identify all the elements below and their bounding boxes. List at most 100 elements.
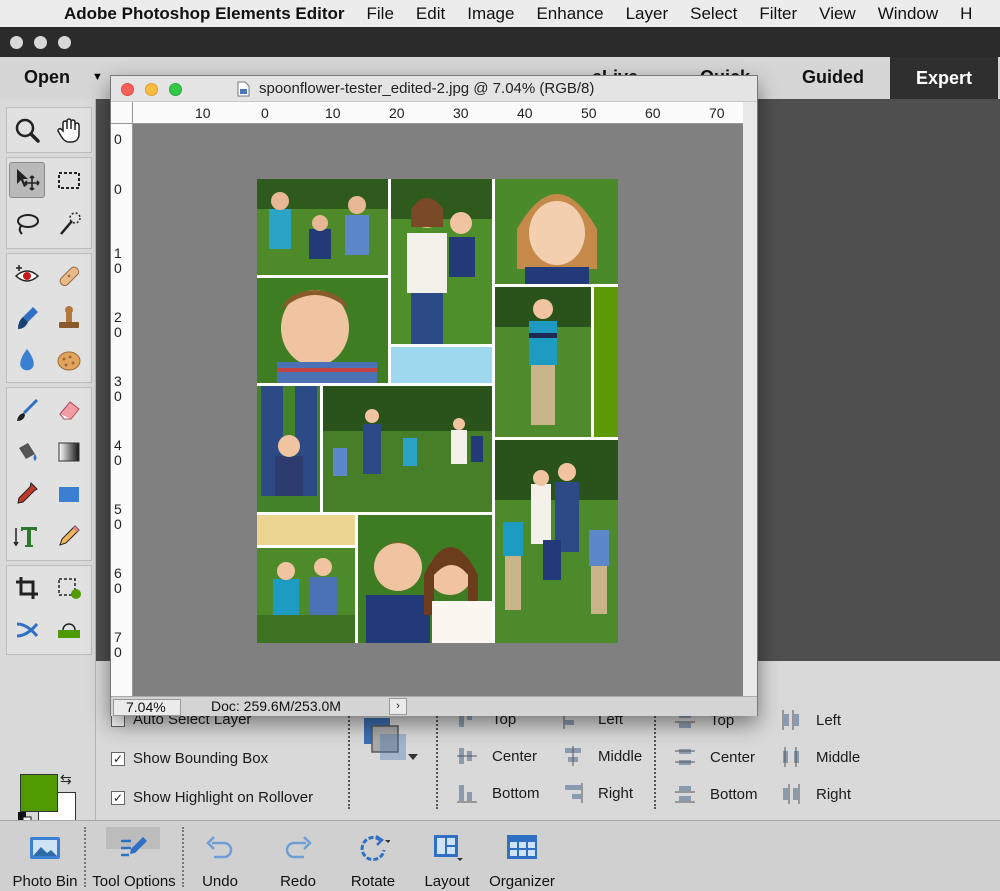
undo-button[interactable]: Undo	[190, 821, 250, 891]
collage-photo-couple	[358, 515, 492, 643]
app-name-menu[interactable]: Adobe Photoshop Elements Editor	[64, 4, 345, 24]
move-tool-icon[interactable]	[9, 162, 45, 198]
tool-options-button[interactable]: Tool Options	[88, 821, 180, 891]
shape-tool-icon[interactable]	[51, 476, 87, 512]
menu-help[interactable]: H	[960, 4, 972, 24]
distribute-left-button[interactable]: Left	[780, 709, 841, 731]
ruler-tick: 70	[709, 105, 725, 121]
menu-layer[interactable]: Layer	[626, 4, 669, 24]
app-minimize-button[interactable]	[34, 36, 47, 49]
ruler-tick: 20	[389, 105, 405, 121]
doc-minimize-button[interactable]	[145, 83, 158, 96]
status-menu-arrow-icon[interactable]: ›	[389, 698, 407, 715]
mac-menubar: Adobe Photoshop Elements Editor File Edi…	[0, 0, 1000, 27]
red-eye-tool-icon[interactable]	[9, 258, 45, 294]
ruler-tick: 4 0	[114, 437, 122, 468]
smart-brush-tool-icon[interactable]	[9, 300, 45, 336]
show-highlight-checkbox[interactable]: ✓	[111, 790, 125, 805]
rotate-button[interactable]: Rotate	[342, 821, 404, 891]
doc-close-button[interactable]	[121, 83, 134, 96]
show-bounding-box-option[interactable]: ✓ Show Bounding Box	[111, 750, 268, 767]
lasso-tool-icon[interactable]	[9, 206, 45, 242]
photo-bin-label: Photo Bin	[12, 873, 78, 890]
app-close-button[interactable]	[10, 36, 23, 49]
distribute-bottom-button[interactable]: Bottom	[674, 783, 758, 805]
organizer-button[interactable]: Organizer	[484, 821, 560, 891]
ruler-tick: 0	[114, 131, 122, 147]
align-center-button[interactable]: Center	[456, 745, 537, 767]
photo-bin-button[interactable]: Photo Bin	[8, 821, 82, 891]
vertical-scrollbar[interactable]	[743, 102, 757, 696]
collage-photo-mom-daughter	[391, 179, 492, 344]
zoom-level-field[interactable]: 7.04%	[113, 699, 181, 716]
ruler-tick: 7 0	[114, 629, 122, 660]
taskbar-divider	[182, 827, 184, 887]
ruler-origin[interactable]	[111, 102, 133, 124]
document-size-info: Doc: 259.6M/253.0M	[211, 698, 341, 714]
menu-file[interactable]: File	[367, 4, 394, 24]
ruler-tick: 6 0	[114, 565, 122, 596]
zoom-tool-icon[interactable]	[9, 112, 45, 148]
collage-photo-family-portrait	[495, 440, 618, 643]
marquee-tool-icon[interactable]	[51, 162, 87, 198]
content-aware-move-tool-icon[interactable]	[9, 612, 45, 648]
open-button[interactable]: Open	[24, 67, 70, 88]
ruler-tick: 0	[114, 181, 122, 197]
distribute-right-button[interactable]: Right	[780, 783, 851, 805]
align-bottom-button[interactable]: Bottom	[456, 782, 540, 804]
layout-button[interactable]: Layout	[418, 821, 476, 891]
recompose-tool-icon[interactable]	[51, 570, 87, 606]
hand-tool-icon[interactable]	[51, 112, 87, 148]
menu-enhance[interactable]: Enhance	[536, 4, 603, 24]
open-dropdown-arrow-icon[interactable]: ▼	[92, 71, 103, 83]
options-divider	[654, 713, 656, 809]
quick-selection-tool-icon[interactable]	[51, 206, 87, 242]
gradient-tool-icon[interactable]	[51, 434, 87, 470]
menu-image[interactable]: Image	[467, 4, 514, 24]
distribute-center-button[interactable]: Center	[674, 746, 755, 768]
align-middle-button[interactable]: Middle	[562, 745, 642, 767]
arrange-icon[interactable]	[362, 716, 418, 766]
eraser-tool-icon[interactable]	[51, 392, 87, 428]
collage-photo-three-kids	[257, 179, 388, 275]
menu-select[interactable]: Select	[690, 4, 737, 24]
pencil-tool-icon[interactable]	[51, 518, 87, 554]
paint-bucket-tool-icon[interactable]	[9, 434, 45, 470]
spot-healing-tool-icon[interactable]	[51, 258, 87, 294]
straighten-tool-icon[interactable]	[51, 612, 87, 648]
document-title: spoonflower-tester_edited-2.jpg @ 7.04% …	[259, 80, 595, 97]
mode-expert[interactable]: Expert	[890, 57, 998, 99]
app-zoom-button[interactable]	[58, 36, 71, 49]
swap-colors-icon[interactable]: ⇆	[60, 771, 72, 788]
sponge-tool-icon[interactable]	[51, 342, 87, 378]
foreground-color-swatch[interactable]	[20, 774, 58, 812]
mode-guided[interactable]: Guided	[802, 67, 864, 88]
menu-edit[interactable]: Edit	[416, 4, 445, 24]
menu-view[interactable]: View	[819, 4, 856, 24]
eyedropper-tool-icon[interactable]	[9, 476, 45, 512]
tool-options-icon	[121, 837, 147, 857]
document-titlebar[interactable]: spoonflower-tester_edited-2.jpg @ 7.04% …	[111, 76, 757, 102]
type-tool-icon[interactable]	[9, 518, 45, 554]
menu-filter[interactable]: Filter	[759, 4, 797, 24]
options-divider	[348, 713, 350, 809]
brush-tool-icon[interactable]	[9, 392, 45, 428]
redo-button[interactable]: Redo	[268, 821, 328, 891]
photo-collage[interactable]	[257, 179, 618, 643]
horizontal-ruler[interactable]: 10 0 10 20 30 40 50 60 70	[133, 102, 743, 124]
crop-tool-icon[interactable]	[9, 570, 45, 606]
blur-tool-icon[interactable]	[9, 342, 45, 378]
menu-window[interactable]: Window	[878, 4, 938, 24]
show-highlight-option[interactable]: ✓ Show Highlight on Rollover	[111, 789, 313, 806]
show-bounding-box-checkbox[interactable]: ✓	[111, 751, 125, 766]
draw-tool-group	[6, 387, 92, 561]
vertical-ruler[interactable]: 0 0 1 0 2 0 3 0 4 0 5 0 6 0 7 0	[111, 124, 133, 696]
distribute-middle-button[interactable]: Middle	[780, 746, 860, 768]
clone-stamp-tool-icon[interactable]	[51, 300, 87, 336]
ruler-tick: 30	[453, 105, 469, 121]
align-right-button[interactable]: Right	[562, 782, 633, 804]
distribute-middle-label: Middle	[816, 748, 861, 766]
align-bottom-label: Bottom	[492, 784, 540, 802]
doc-zoom-button[interactable]	[169, 83, 182, 96]
bottom-taskbar: Photo Bin Tool Options Undo Redo Rotate …	[0, 820, 1000, 891]
